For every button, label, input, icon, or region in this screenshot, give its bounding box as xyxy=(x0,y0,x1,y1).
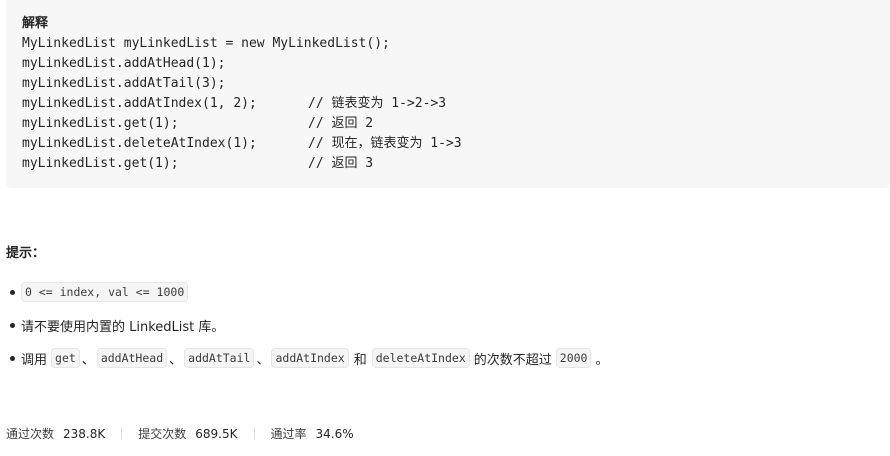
code-line: myLinkedList.get(1); // 返回 3 xyxy=(22,154,890,174)
inline-code: 0 <= index, val <= 1000 xyxy=(21,282,189,302)
code-text: myLinkedList.addAtTail(3); xyxy=(22,76,226,91)
submissions-stat: 提交次数 689.5K xyxy=(138,424,237,444)
code-line: MyLinkedList myLinkedList = new MyLinked… xyxy=(22,34,890,54)
submission-stats: 通过次数 238.8K 提交次数 689.5K 通过率 34.6% xyxy=(6,424,354,444)
hint-list: 0 <= index, val <= 1000 请不要使用内置的 LinkedL… xyxy=(6,280,876,379)
code-line: myLinkedList.get(1); // 返回 2 xyxy=(22,114,890,134)
divider xyxy=(253,428,255,440)
hint-text: 调用 xyxy=(21,352,48,368)
separator: 、 xyxy=(169,352,183,368)
code-line: myLinkedList.addAtTail(3); xyxy=(22,74,890,94)
code-text: MyLinkedList myLinkedList = new MyLinked… xyxy=(22,36,390,51)
bullet-icon xyxy=(10,322,15,328)
divider xyxy=(121,428,123,440)
inline-code: get xyxy=(51,348,80,368)
inline-code: deleteAtIndex xyxy=(371,348,470,368)
separator: 、 xyxy=(81,352,95,368)
code-text: myLinkedList.get(1); xyxy=(22,156,179,171)
example-code-block: 解释 MyLinkedList myLinkedList = new MyLin… xyxy=(6,0,890,188)
hint-item: 调用 get 、 addAtHead 、 addAtTail 、 addAtIn… xyxy=(6,346,876,370)
hint-item: 请不要使用内置的 LinkedList 库。 xyxy=(6,313,876,337)
hints-title: 提示： xyxy=(6,246,46,261)
acceptance-rate-label: 通过率 xyxy=(270,427,307,441)
code-comment: // 现在，链表变为 1->3 xyxy=(308,136,462,151)
accepted-label: 通过次数 xyxy=(6,427,55,441)
submissions-value: 689.5K xyxy=(195,427,238,441)
code-lines: MyLinkedList myLinkedList = new MyLinked… xyxy=(22,34,890,174)
hint-text: 请不要使用内置的 LinkedList 库。 xyxy=(21,319,225,335)
acceptance-rate-value: 34.6% xyxy=(315,427,354,441)
hint-text: 。 xyxy=(595,352,609,368)
hint-item: 0 <= index, val <= 1000 xyxy=(6,280,876,304)
accepted-stat: 通过次数 238.8K xyxy=(6,424,105,444)
inline-code: addAtTail xyxy=(184,348,255,368)
code-comment: // 返回 2 xyxy=(308,116,374,131)
bullet-icon xyxy=(10,289,15,295)
explanation-title: 解释 xyxy=(22,16,49,31)
bullet-icon xyxy=(10,355,15,361)
code-text: myLinkedList.addAtHead(1); xyxy=(22,56,226,71)
hint-text: 和 xyxy=(353,352,367,368)
submissions-label: 提交次数 xyxy=(138,427,187,441)
hint-text: 的次数不超过 xyxy=(473,352,552,368)
accepted-value: 238.8K xyxy=(63,427,106,441)
code-text: myLinkedList.addAtIndex(1, 2); xyxy=(22,96,257,111)
code-comment: // 链表变为 1->2->3 xyxy=(308,96,447,111)
inline-code: addAtHead xyxy=(96,348,168,368)
code-line: myLinkedList.deleteAtIndex(1); // 现在，链表变… xyxy=(22,134,890,154)
separator: 、 xyxy=(256,352,270,368)
acceptance-rate-stat: 通过率 34.6% xyxy=(271,424,354,444)
code-comment: // 返回 3 xyxy=(308,156,374,171)
inline-code: 2000 xyxy=(555,348,592,368)
code-text: myLinkedList.get(1); xyxy=(22,116,179,131)
code-line: myLinkedList.addAtIndex(1, 2); // 链表变为 1… xyxy=(22,94,890,114)
code-line: myLinkedList.addAtHead(1); xyxy=(22,54,890,74)
code-text: myLinkedList.deleteAtIndex(1); xyxy=(22,136,257,151)
inline-code: addAtIndex xyxy=(271,348,349,368)
